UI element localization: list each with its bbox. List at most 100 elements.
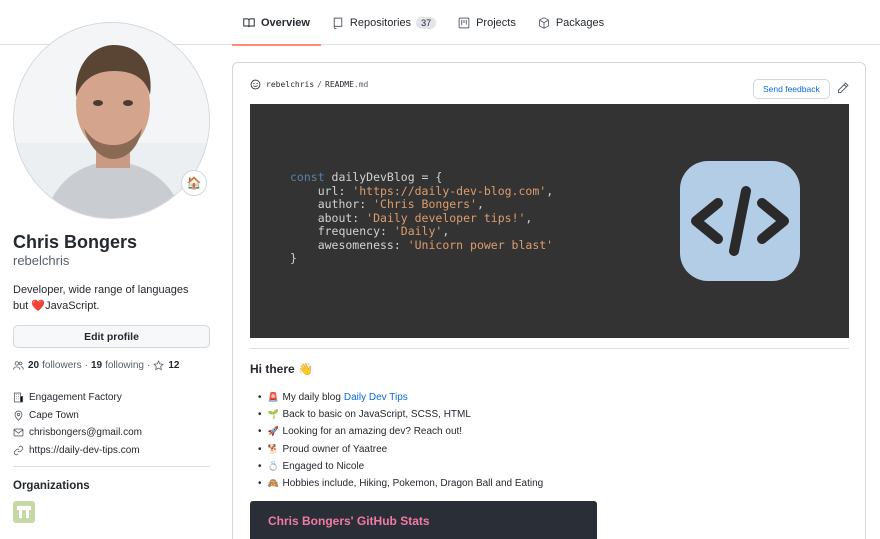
tab-label: Repositories [349,16,412,29]
location-item: Cape Town [13,407,210,425]
dot-separator: · [146,360,151,371]
tab-overview[interactable]: Overview [232,0,321,46]
code-comma: , [476,197,484,211]
code-close: } [290,251,297,265]
following-label[interactable]: following [105,360,144,371]
repo-count-badge: 37 [416,16,437,29]
readme-list: 🚨My daily blogDaily Dev Tips 🌱Back to ba… [258,389,544,492]
follow-stats: 20 followers · 19 following · 12 [13,360,182,371]
tabs: Overview Repositories 37 Projects Packag… [232,0,615,46]
email-link[interactable]: chrisbongers@gmail.com [29,427,142,438]
smiley-icon [250,79,261,90]
dog-emoji-icon: 🐕 [267,443,279,454]
send-feedback-button[interactable]: Send feedback [753,79,830,99]
readme-banner-image: const dailyDevBlog = { url: 'https://dai… [250,104,849,338]
stats-card-title: Chris Bongers' GitHub Stats [268,514,430,528]
bio-line: but ❤️JavaScript. [13,298,210,314]
code-string: 'Daily developer tips!' [366,210,526,225]
organization-avatar[interactable] [13,501,35,523]
list-item: 💍Engaged to Nicole [258,458,543,475]
path-separator: / [317,80,322,89]
tab-label: Projects [476,16,516,29]
list-item: 🌱Back to basic on JavaScript, SCSS, HTML [258,406,543,423]
people-icon [13,361,24,370]
code-keyword: const [290,170,332,184]
list-item-text: Hobbies include, Hiking, Pokemon, Dragon… [282,478,544,490]
code-text: dailyDevBlog = { [331,170,443,184]
followers-count[interactable]: 20 [28,360,39,371]
siren-emoji-icon: 🚨 [267,392,279,403]
readme-divider [250,348,849,349]
code-string: 'Daily' [393,224,443,238]
readme-path: rebelchris / README .md [250,79,368,90]
profile-username: rebelchris [13,253,70,268]
code-string: 'Unicorn power blast' [407,237,554,252]
list-item: 🐕Proud owner of Yaatree [258,441,543,458]
heart-icon: ❤️ [31,300,46,312]
readme-filename[interactable]: README [325,80,354,89]
code-comma: , [442,224,450,238]
tab-label: Overview [261,16,310,29]
sidebar-divider [13,466,210,467]
tab-packages[interactable]: Packages [527,0,615,45]
list-item-text: Proud owner of Yaatree [282,443,388,455]
avatar[interactable] [13,22,210,219]
status-button[interactable]: 🏠 [181,170,207,196]
book-icon [243,17,255,27]
bio-text: but [13,300,32,312]
code-key: author: [290,197,374,211]
tab-label: Packages [555,16,605,29]
code-comma: , [546,183,554,198]
daily-dev-tips-link[interactable]: Daily Dev Tips [344,392,408,403]
list-item: 🙈Hobbies include, Hiking, Pokemon, Drago… [258,475,544,492]
stars-count[interactable]: 12 [168,360,179,371]
readme-greeting: Hi there 👋 [250,362,313,376]
list-item: 🚨My daily blogDaily Dev Tips [258,389,543,406]
star-icon [153,360,165,371]
house-emoji-icon: 🏠 [186,176,202,190]
repo-icon [333,17,343,29]
profile-bio: Developer, wide range of languages but ❤… [13,282,210,314]
company-text: Engagement Factory [29,392,122,404]
avatar-photo [14,23,209,218]
code-key: url: [290,183,353,198]
edit-profile-button[interactable]: Edit profile [13,325,210,348]
ring-emoji-icon: 💍 [267,460,279,471]
building-icon [13,392,24,403]
github-stats-card: Chris Bongers' GitHub Stats [250,501,597,539]
readme-extension: .md [353,80,369,89]
location-text: Cape Town [29,409,79,421]
profile-full-name: Chris Bongers [13,232,138,252]
rocket-emoji-icon: 🚀 [267,426,279,437]
pencil-icon[interactable] [837,82,849,94]
followers-label[interactable]: followers [42,360,81,371]
list-item-text: My daily blog [282,392,341,404]
monkey-emoji-icon: 🙈 [267,478,279,489]
website-link[interactable]: https://daily-dev-tips.com [29,445,140,456]
tab-projects[interactable]: Projects [447,0,527,45]
code-snippet: const dailyDevBlog = { url: 'https://dai… [290,170,554,266]
readme-owner[interactable]: rebelchris [266,80,314,89]
seedling-emoji-icon: 🌱 [267,409,279,420]
code-comma: , [525,210,533,225]
project-icon [458,17,470,28]
code-key: about: [290,210,367,225]
mail-icon [13,428,24,437]
package-icon [538,16,549,29]
organizations-heading: Organizations [13,480,90,492]
list-item-text: Back to basic on JavaScript, SCSS, HTML [282,409,471,421]
readme-panel: rebelchris / README .md Send feedback con… [232,62,866,539]
dot-separator: · [84,360,88,371]
email-item: chrisbongers@gmail.com [13,424,210,442]
bio-text: JavaScript. [45,300,100,312]
website-item: https://daily-dev-tips.com [13,442,210,460]
org-logo-icon [17,506,31,518]
code-string: 'https://daily-dev-blog.com' [352,183,547,198]
code-string: 'Chris Bongers' [373,197,477,211]
company-item: Engagement Factory [13,389,210,407]
code-brackets-icon [691,186,789,256]
following-count[interactable]: 19 [91,360,102,371]
profile-details: Engagement Factory Cape Town chrisbonger… [13,389,210,459]
tab-repositories[interactable]: Repositories 37 [321,0,447,45]
profile-sidebar [13,22,210,219]
